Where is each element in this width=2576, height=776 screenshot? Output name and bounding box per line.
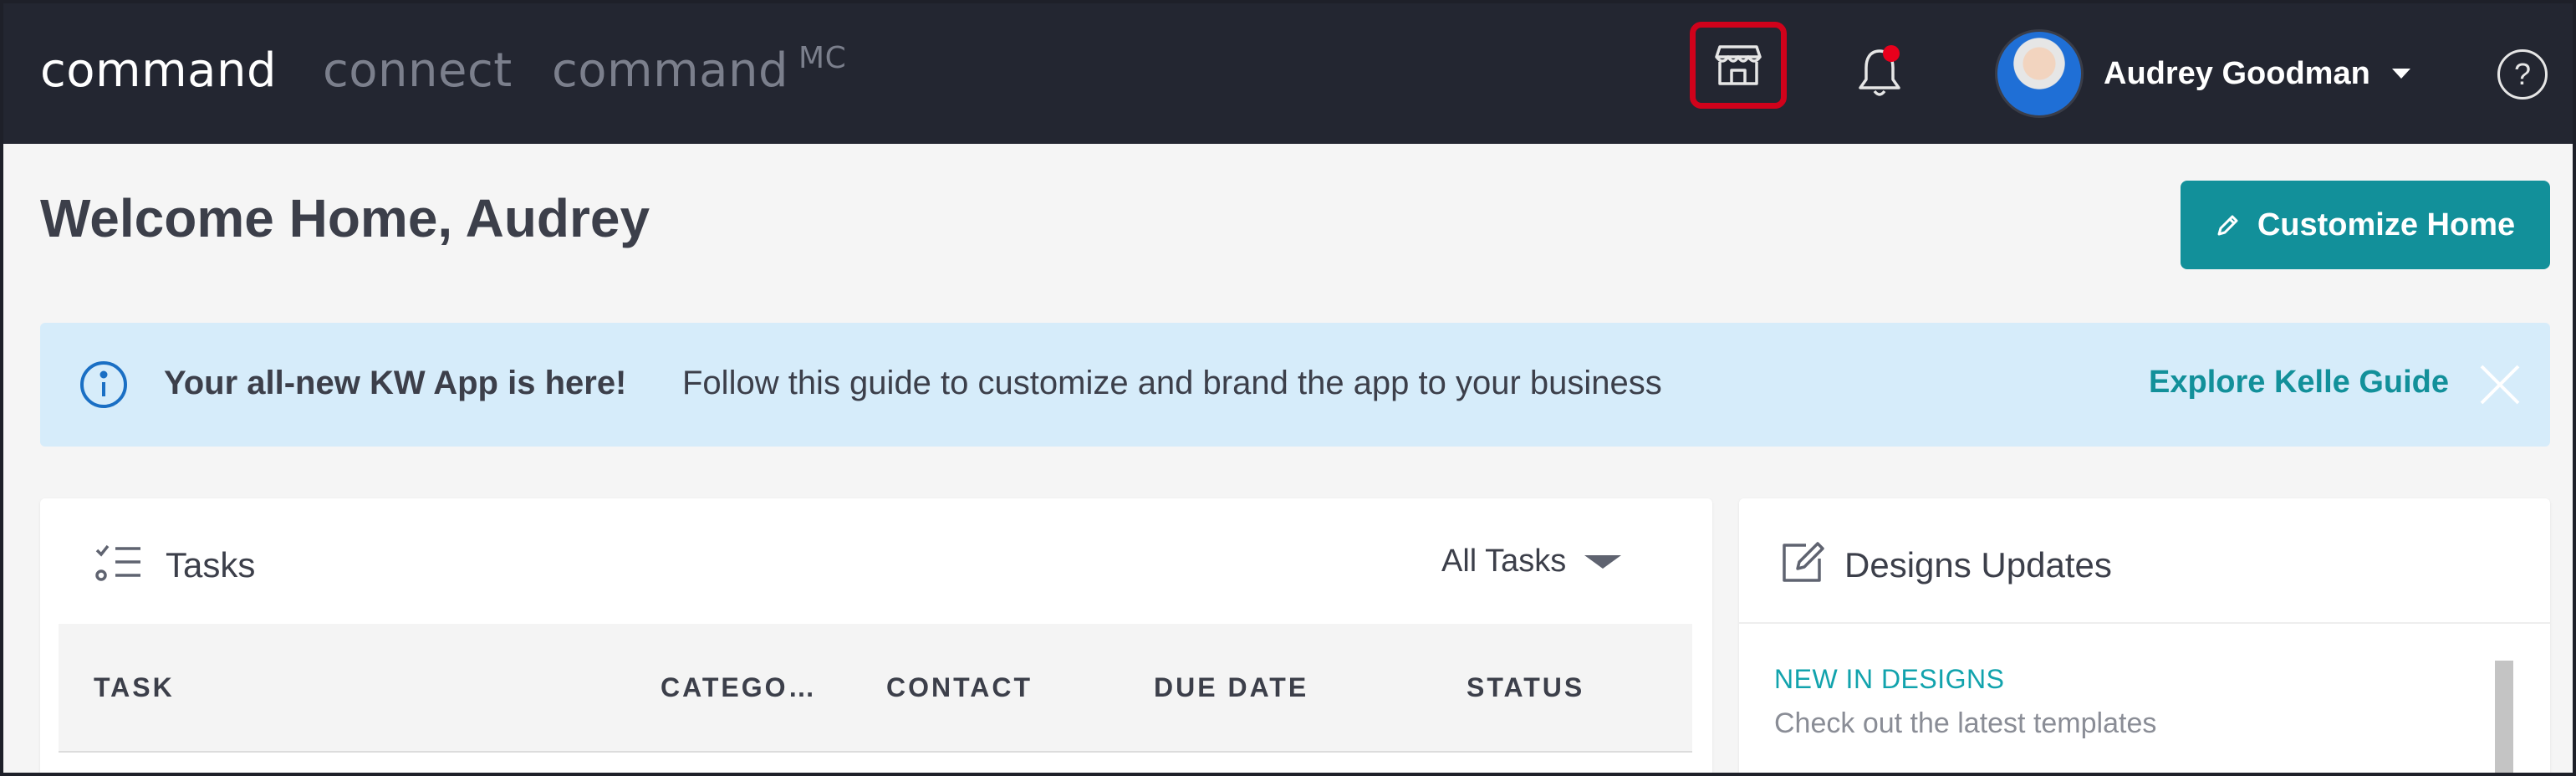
help-icon: ? (2513, 57, 2532, 91)
nav-command[interactable]: command (40, 43, 277, 98)
caret-down-icon (1584, 554, 1622, 569)
page-title: Welcome Home, Audrey (40, 188, 650, 248)
notifications-button[interactable] (1854, 43, 1905, 102)
designs-subtitle: Check out the latest templates (1774, 707, 2157, 739)
scrollbar[interactable] (2495, 661, 2513, 776)
storefront-icon (1715, 45, 1762, 85)
customize-home-button[interactable]: Customize Home (2181, 181, 2550, 269)
column-header-due-date[interactable]: DUE DATE (1154, 672, 1308, 703)
designs-tag[interactable]: NEW IN DESIGNS (1774, 664, 2004, 695)
user-name: Audrey Goodman (2104, 55, 2370, 91)
chevron-down-icon (2391, 69, 2410, 79)
designs-title: Designs Updates (1844, 545, 2112, 585)
banner-headline: Your all-new KW App is here! (164, 365, 627, 401)
tasks-title: Tasks (166, 545, 256, 585)
user-menu[interactable]: Audrey Goodman (1995, 28, 2410, 119)
column-header-task[interactable]: TASK (94, 672, 175, 703)
nav-command-mc-label: command (552, 43, 789, 98)
notification-dot (1883, 45, 1900, 62)
nav-command-mc[interactable]: command MC (552, 41, 847, 98)
marketplace-button[interactable] (1690, 22, 1787, 109)
task-filter-dropdown[interactable]: All Tasks (1441, 544, 1622, 579)
help-button[interactable]: ? (2497, 49, 2548, 100)
nav-command-mc-superscript: MC (798, 41, 847, 75)
explore-guide-link[interactable]: Explore Kelle Guide (2149, 365, 2449, 401)
tasks-table-header: TASK CATEGO… CONTACT DUE DATE STATUS (59, 624, 1692, 753)
designs-updates-card: Designs Updates NEW IN DESIGNS Check out… (1739, 498, 2550, 776)
edit-square-icon (1778, 537, 1828, 590)
task-filter-label: All Tasks (1441, 544, 1567, 579)
column-header-status[interactable]: STATUS (1467, 672, 1584, 703)
close-icon[interactable] (2477, 361, 2523, 408)
column-header-category[interactable]: CATEGO… (661, 672, 818, 703)
top-navigation-bar: command connect command MC Audrey Goodman… (0, 0, 2576, 144)
announcement-banner: Your all-new KW App is here! Follow this… (40, 323, 2550, 447)
checklist-icon (94, 544, 144, 587)
customize-home-label: Customize Home (2257, 207, 2516, 242)
info-icon (79, 360, 129, 413)
nav-connect[interactable]: connect (323, 43, 513, 98)
column-header-contact[interactable]: CONTACT (886, 672, 1033, 703)
tasks-card: Tasks All Tasks TASK CATEGO… CONTACT DUE… (40, 498, 1712, 776)
pencil-icon (2216, 212, 2241, 237)
divider (1739, 622, 2550, 624)
avatar (1995, 29, 2084, 118)
banner-message: Follow this guide to customize and brand… (682, 365, 1662, 401)
